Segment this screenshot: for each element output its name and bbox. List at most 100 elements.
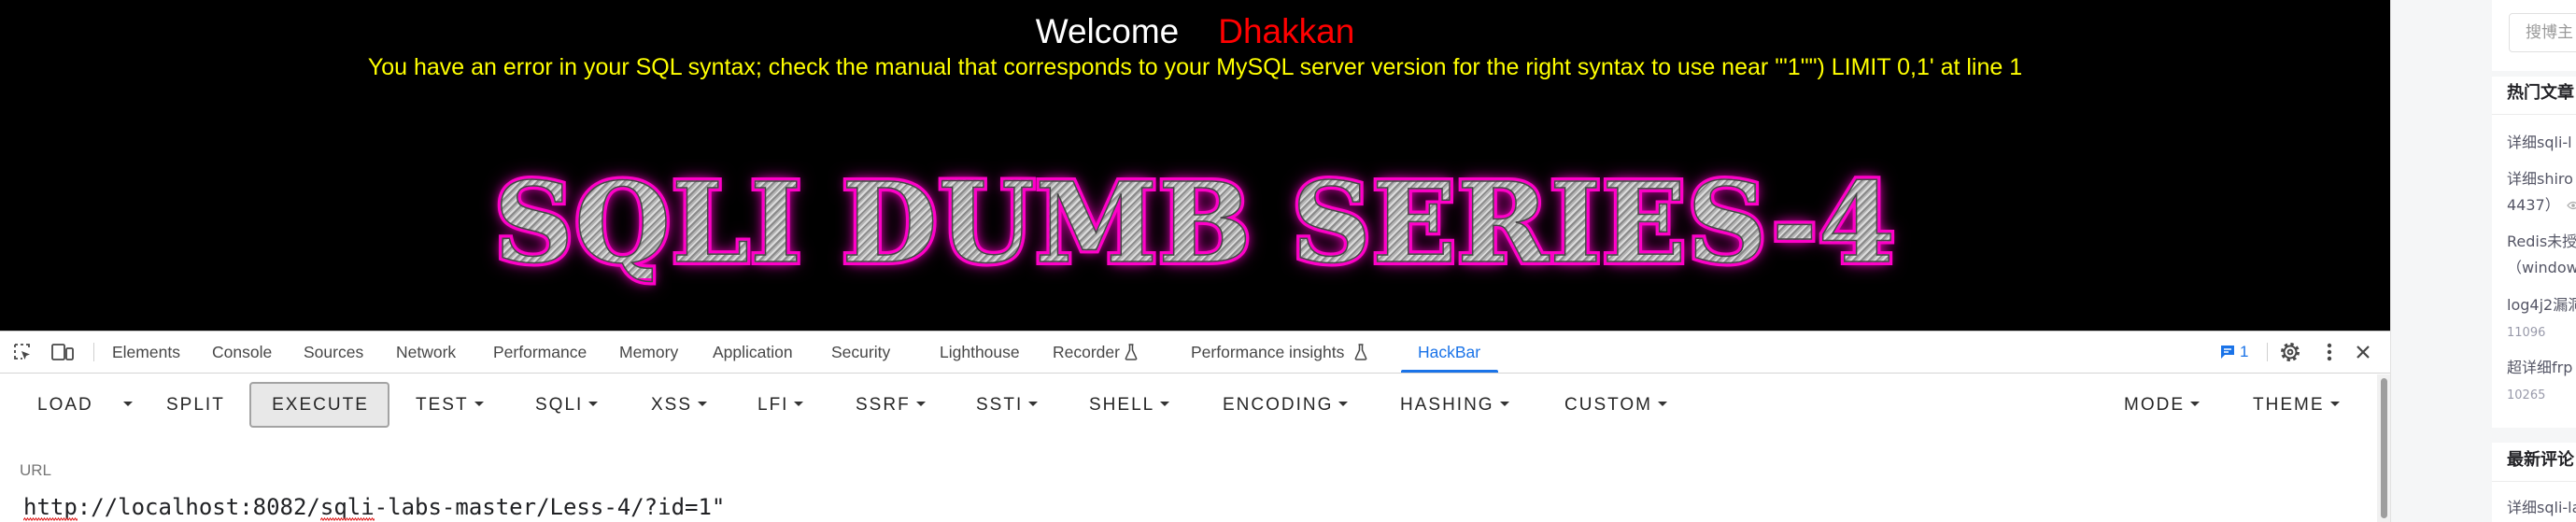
tab-memory[interactable]: Memory — [619, 332, 678, 373]
theme-menu-button[interactable]: THEME — [2253, 382, 2340, 428]
welcome-line: Welcome Dhakkan — [0, 11, 2390, 52]
load-dropdown-button[interactable] — [118, 382, 133, 428]
toolbar-divider — [2267, 343, 2268, 361]
comment-article-link[interactable]: 详细sqli-la — [2507, 497, 2576, 519]
article-link[interactable]: log4j2漏洞 — [2507, 294, 2576, 317]
devtools-tabbar: Elements Console Sources Network Perform… — [0, 332, 2390, 374]
tab-lighthouse[interactable]: Lighthouse — [940, 332, 1020, 373]
caret-down-icon — [1499, 401, 1509, 406]
load-label: LOAD — [37, 395, 93, 415]
tab-performance[interactable]: Performance — [493, 332, 587, 373]
xss-menu-button[interactable]: XSS — [651, 382, 708, 428]
menu-label: SQLI — [535, 395, 584, 415]
custom-menu-button[interactable]: CUSTOM — [1564, 382, 1667, 428]
search-card — [2492, 0, 2576, 71]
lfi-menu-button[interactable]: LFI — [757, 382, 804, 428]
blogger-search-input[interactable] — [2509, 13, 2576, 52]
execute-label: EXECUTE — [272, 395, 369, 415]
section-divider — [2492, 114, 2576, 115]
user-name: Dhakkan — [1218, 12, 1355, 50]
caret-down-icon — [2329, 401, 2340, 406]
caret-down-icon — [698, 401, 708, 406]
inspect-element-icon[interactable] — [11, 341, 34, 363]
caret-down-icon — [1028, 401, 1039, 406]
article-link[interactable]: Redis未授 — [2507, 231, 2576, 253]
menu-label: SHELL — [1089, 395, 1155, 415]
shell-menu-button[interactable]: SHELL — [1089, 382, 1170, 428]
latest-comments-title: 最新评论 — [2507, 450, 2574, 470]
sqli-logo: SQLI DUMB SERIES-4 SQLI DUMB SERIES-4 — [0, 164, 2390, 289]
caret-down-icon — [2190, 401, 2200, 406]
welcome-label: Welcome — [1035, 12, 1180, 50]
menu-label: TEST — [416, 395, 469, 415]
split-label: SPLIT — [166, 395, 225, 415]
tab-recorder[interactable]: Recorder — [1053, 332, 1120, 373]
article-link[interactable]: 详细shiro — [2507, 168, 2573, 190]
tab-sources[interactable]: Sources — [304, 332, 363, 373]
article-link[interactable]: 详细sqli-l — [2507, 132, 2572, 154]
tab-application[interactable]: Application — [713, 332, 793, 373]
menu-label: CUSTOM — [1564, 395, 1652, 415]
caret-down-icon — [1657, 401, 1667, 406]
device-toolbar-icon[interactable] — [50, 341, 75, 363]
tab-console[interactable]: Console — [212, 332, 272, 373]
more-options-icon[interactable] — [2320, 341, 2339, 363]
article-link-continued[interactable]: 4437） — [2507, 194, 2560, 217]
hot-articles-card: 热门文章 详细sqli-l 详细shiro 4437） Redis未授 （win… — [2492, 77, 2576, 428]
section-divider — [2492, 481, 2576, 482]
menu-label: THEME — [2253, 395, 2325, 415]
article-view-count: 11096 — [2507, 326, 2546, 340]
split-button[interactable]: SPLIT — [166, 382, 225, 428]
spellcheck-underline — [23, 517, 78, 521]
logo-text: SQLI DUMB SERIES-4 — [0, 167, 2390, 279]
menu-label: HASHING — [1400, 395, 1494, 415]
menu-label: ENCODING — [1223, 395, 1334, 415]
tab-hackbar[interactable]: HackBar — [1418, 332, 1480, 373]
hashing-menu-button[interactable]: HASHING — [1400, 382, 1509, 428]
spellcheck-underline — [320, 517, 375, 521]
article-link[interactable]: 超详细frp — [2507, 357, 2572, 379]
caret-down-icon — [1338, 401, 1349, 406]
caret-down-icon — [915, 401, 926, 406]
caret-down-icon — [1160, 401, 1170, 406]
test-menu-button[interactable]: TEST — [416, 382, 484, 428]
menu-label: MODE — [2124, 395, 2185, 415]
execute-button[interactable]: EXECUTE — [249, 382, 389, 428]
menu-label: XSS — [651, 395, 693, 415]
ssrf-menu-button[interactable]: SSRF — [856, 382, 926, 428]
mode-menu-button[interactable]: MODE — [2124, 382, 2200, 428]
close-icon[interactable] — [2354, 343, 2372, 361]
devtools-panel: Elements Console Sources Network Perform… — [0, 331, 2390, 522]
menu-label: LFI — [757, 395, 789, 415]
experiment-flask-icon — [1125, 344, 1138, 360]
scrollbar-thumb[interactable] — [2381, 378, 2387, 518]
article-link-continued[interactable]: （window — [2507, 257, 2576, 279]
ssti-menu-button[interactable]: SSTI — [976, 382, 1039, 428]
caret-down-icon — [794, 401, 804, 406]
menu-label: SSRF — [856, 395, 911, 415]
sqli-menu-button[interactable]: SQLI — [535, 382, 599, 428]
issues-count[interactable]: 1 — [2240, 332, 2248, 373]
page-viewport: Welcome Dhakkan You have an error in your… — [0, 0, 2390, 331]
hot-articles-title: 热门文章 — [2507, 83, 2574, 103]
url-field-label: URL — [20, 461, 52, 479]
blog-sidebar: 热门文章 详细sqli-l 详细shiro 4437） Redis未授 （win… — [2390, 0, 2576, 522]
experiment-flask-icon — [1354, 344, 1367, 360]
caret-down-icon — [123, 401, 133, 406]
caret-down-icon — [588, 401, 599, 406]
tab-performance-insights[interactable]: Performance insights — [1191, 332, 1344, 373]
tab-network[interactable]: Network — [396, 332, 456, 373]
tab-elements[interactable]: Elements — [112, 332, 180, 373]
issues-icon[interactable] — [2219, 344, 2236, 360]
load-button[interactable]: LOAD — [37, 382, 93, 428]
toolbar-divider — [93, 343, 94, 361]
sql-error-message: You have an error in your SQL syntax; ch… — [367, 54, 2023, 80]
article-view-count: 10265 — [2507, 388, 2546, 402]
active-tab-indicator — [1401, 370, 1498, 373]
caret-down-icon — [474, 401, 484, 406]
settings-gear-icon[interactable] — [2279, 341, 2301, 363]
menu-label: SSTI — [976, 395, 1024, 415]
latest-comments-card: 最新评论 详细sqli-la — [2492, 443, 2576, 522]
tab-security[interactable]: Security — [831, 332, 890, 373]
encoding-menu-button[interactable]: ENCODING — [1223, 382, 1349, 428]
